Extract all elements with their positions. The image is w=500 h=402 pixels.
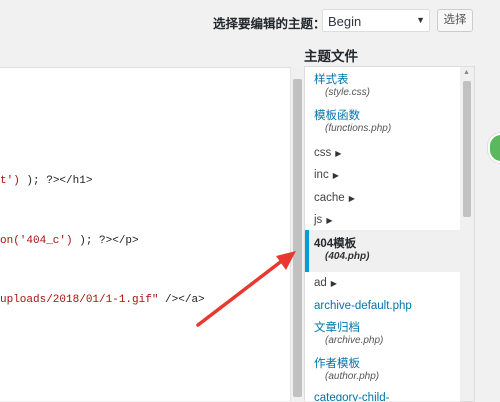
annotation-arrow-icon	[196, 251, 296, 327]
